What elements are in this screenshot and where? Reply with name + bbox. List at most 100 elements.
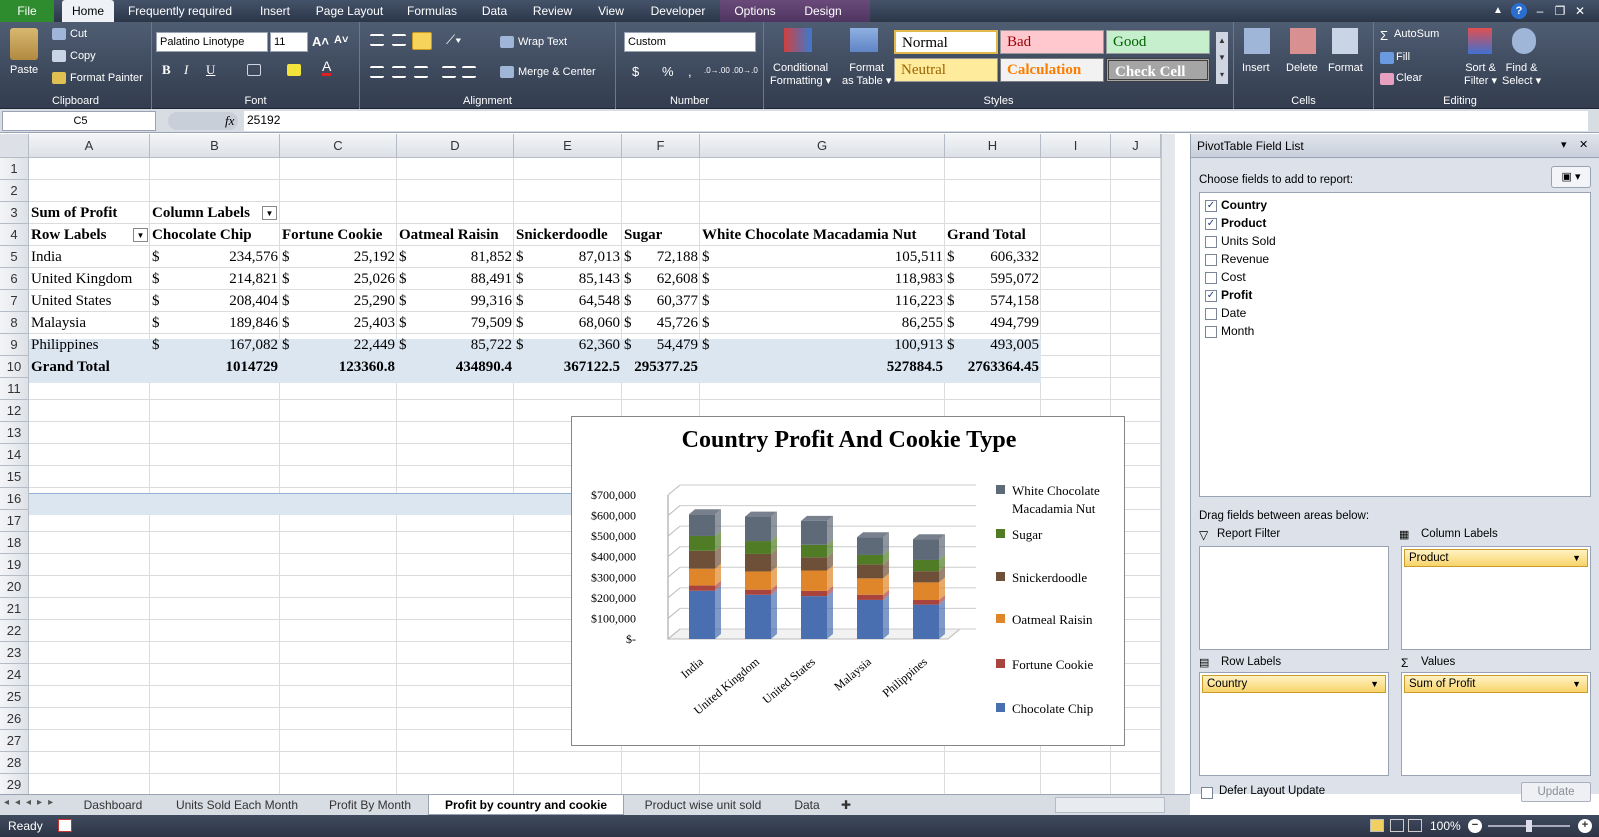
styles-scroll-icon[interactable]: ▲ ▼ ▾ [1216, 32, 1228, 84]
field-checkbox[interactable]: ✓ [1205, 200, 1217, 212]
pivot-value[interactable]: 25,290 [296, 290, 395, 312]
italic-button[interactable]: I [184, 62, 188, 78]
chart-bar-segment[interactable] [857, 599, 883, 639]
pivot-value[interactable]: 167,082 [166, 334, 278, 356]
chart-bar-segment[interactable] [801, 596, 827, 639]
row-header[interactable]: 8 [0, 312, 29, 334]
tab-frequently-required[interactable]: Frequently required [120, 0, 240, 22]
pivot-value[interactable]: 118,983 [716, 268, 943, 290]
number-format-select[interactable]: Custom [624, 32, 756, 52]
sheet-nav-arrows-icon[interactable]: ◂◂◂▸▸ [4, 797, 59, 808]
align-top-icon[interactable] [370, 34, 384, 46]
row-header[interactable]: 2 [0, 180, 29, 202]
select-all-corner[interactable] [0, 134, 29, 158]
chart-bar-segment[interactable] [913, 604, 939, 639]
autosum-button[interactable]: AutoSum [1394, 28, 1439, 40]
align-right-icon[interactable] [414, 66, 428, 78]
zoom-slider-thumb[interactable] [1526, 820, 1532, 832]
row-header[interactable]: 14 [0, 444, 29, 466]
pivot-value[interactable]: 88,491 [413, 268, 512, 290]
align-left-icon[interactable] [370, 66, 384, 78]
chart-bar-segment[interactable] [689, 585, 715, 591]
tab-insert[interactable]: Insert [250, 0, 300, 22]
chart-bar-segment[interactable] [689, 535, 715, 551]
pivot-value[interactable]: 85,143 [530, 268, 620, 290]
pivot-value[interactable]: 62,608 [638, 268, 698, 290]
chart[interactable]: Country Profit And Cookie Type $- $100,00… [571, 416, 1125, 746]
row-labels-item[interactable]: Country ▼ [1202, 675, 1386, 693]
pivot-value[interactable]: 68,060 [530, 312, 620, 334]
row-header[interactable]: 3 [0, 202, 29, 224]
column-header[interactable]: H [945, 134, 1041, 158]
sheet-tab[interactable]: Profit By Month [316, 795, 424, 815]
page-break-view-icon[interactable] [1408, 819, 1422, 832]
pivot-value[interactable]: 64,548 [530, 290, 620, 312]
column-labels-item[interactable]: Product ▼ [1404, 549, 1588, 567]
pane-options-icon[interactable]: ▾ [1561, 138, 1567, 151]
style-bad[interactable]: Bad [1000, 30, 1104, 54]
merge-center-button[interactable]: Merge & Center [518, 66, 596, 78]
fill-color-icon[interactable] [287, 64, 301, 76]
pivot-value[interactable]: 100,913 [716, 334, 943, 356]
zoom-in-icon[interactable]: + [1578, 819, 1592, 833]
clear-button[interactable]: Clear [1396, 72, 1422, 84]
macro-record-icon[interactable] [58, 819, 72, 832]
chart-bar-segment[interactable] [913, 539, 939, 560]
field-name[interactable]: Country [1221, 198, 1267, 212]
conditional-formatting-button[interactable]: Conditional Formatting ▾ [770, 62, 831, 88]
row-header[interactable]: 13 [0, 422, 29, 444]
font-name-select[interactable]: Palatino Linotype [156, 32, 268, 52]
chart-bar-segment[interactable] [857, 594, 883, 600]
field-name[interactable]: Month [1221, 324, 1254, 338]
chart-bar-segment[interactable] [857, 554, 883, 565]
percent-button[interactable]: % [662, 64, 674, 79]
chart-bar-segment[interactable] [745, 541, 771, 554]
pivot-column-header[interactable]: White Chocolate Macadamia Nut [702, 224, 943, 246]
chart-bar-segment[interactable] [801, 544, 827, 558]
paste-button[interactable]: Paste [10, 64, 38, 76]
layout-chooser-icon[interactable]: ▣ ▾ [1551, 166, 1591, 188]
tab-formulas[interactable]: Formulas [397, 0, 467, 22]
tab-design[interactable]: Design [794, 0, 852, 22]
field-name[interactable]: Units Sold [1221, 234, 1276, 248]
shrink-font-icon[interactable]: A˅ [334, 34, 348, 46]
currency-button[interactable]: $ [632, 64, 639, 79]
field-name[interactable]: Product [1221, 216, 1266, 230]
row-header[interactable]: 27 [0, 730, 29, 752]
pane-close-icon[interactable]: ✕ [1579, 138, 1588, 151]
increase-indent-icon[interactable] [462, 66, 476, 78]
column-header[interactable]: F [622, 134, 700, 158]
chart-bar-segment[interactable] [913, 559, 939, 572]
column-labels-filter-icon[interactable]: ▼ [262, 206, 277, 220]
sheet-tab[interactable]: Units Sold Each Month [162, 795, 312, 815]
row-header[interactable]: 22 [0, 620, 29, 642]
row-labels-header[interactable]: Row Labels [31, 224, 148, 246]
grand-total-value[interactable]: 367122.5 [516, 356, 620, 378]
pivot-value[interactable]: 25,192 [296, 246, 395, 268]
pivot-value[interactable]: 25,403 [296, 312, 395, 334]
page-layout-view-icon[interactable] [1390, 819, 1404, 832]
cut-button[interactable]: Cut [70, 28, 87, 40]
help-icon[interactable]: ? [1511, 3, 1527, 19]
pivot-value[interactable]: 208,404 [166, 290, 278, 312]
column-header[interactable]: A [29, 134, 150, 158]
chart-bar-segment[interactable] [745, 594, 771, 639]
chart-bar-segment[interactable] [801, 520, 827, 545]
chart-bar-segment[interactable] [689, 568, 715, 586]
row-header[interactable]: 9 [0, 334, 29, 356]
grand-total-value[interactable]: 2763364.45 [947, 356, 1039, 378]
pivot-value[interactable]: 25,026 [296, 268, 395, 290]
tab-home[interactable]: Home [62, 0, 114, 22]
chart-bar-segment[interactable] [745, 553, 771, 572]
pivot-value[interactable]: 214,821 [166, 268, 278, 290]
pivot-value[interactable]: 99,316 [413, 290, 512, 312]
row-header[interactable]: 20 [0, 576, 29, 598]
field-checkbox[interactable] [1205, 272, 1217, 284]
window-restore-icon[interactable]: ❐ [1553, 0, 1567, 22]
tab-page-layout[interactable]: Page Layout [307, 0, 392, 22]
chart-bar-segment[interactable] [913, 571, 939, 583]
row-labels-filter-icon[interactable]: ▼ [133, 228, 148, 242]
pivot-row-label[interactable]: India [31, 246, 148, 268]
grand-total-value[interactable]: 434890.4 [399, 356, 512, 378]
orientation-icon[interactable]: ⟋▾ [446, 32, 461, 48]
